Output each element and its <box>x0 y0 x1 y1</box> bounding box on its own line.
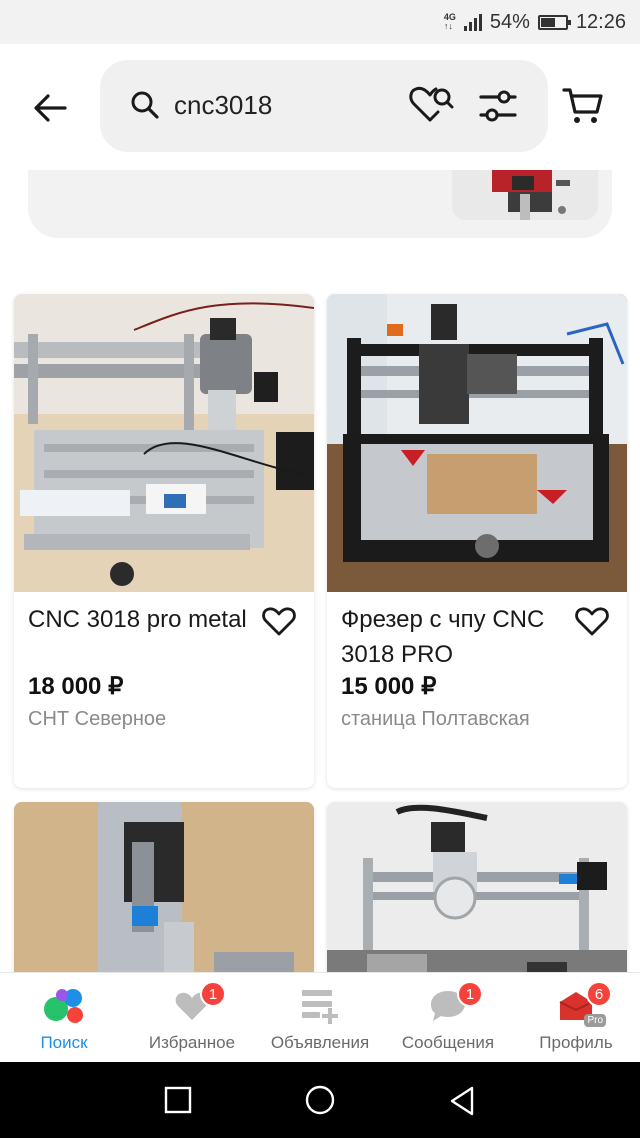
nav-label: Избранное <box>148 1033 236 1052</box>
filter-icon[interactable] <box>478 88 518 124</box>
network-type: 4G ↑↓ <box>443 12 456 31</box>
bottom-navigation: Поиск 1 Избранное Объявления 1 Сообщения… <box>0 972 640 1062</box>
profile-badge: 6 <box>586 981 612 1007</box>
add-listing-icon <box>300 987 340 1025</box>
favorite-search-icon[interactable] <box>408 84 456 124</box>
nav-item-profile[interactable]: 6 Pro Профиль <box>512 973 640 1063</box>
listing-location: СНТ Северное <box>28 708 167 730</box>
nav-item-messages[interactable]: 1 Сообщения <box>384 973 512 1063</box>
listing-photo[interactable] <box>14 294 314 592</box>
listing-card[interactable]: CNC 3018 pro metal 18 000 ₽ СНТ Северное <box>14 294 314 788</box>
battery-percent: 54% <box>489 10 530 33</box>
search-dots-icon <box>42 987 86 1025</box>
status-indicators: 4G ↑↓ 54% 12:26 <box>444 8 626 36</box>
nav-item-search[interactable]: Поиск <box>0 973 128 1063</box>
favorites-badge: 1 <box>200 981 226 1007</box>
search-input[interactable] <box>174 90 394 121</box>
listing-price: 15 000 ₽ <box>341 673 437 700</box>
listing-card[interactable]: Фрезер с чпу CNC 3018 PRO 15 000 ₽ стани… <box>327 294 627 788</box>
cart-icon[interactable] <box>562 86 604 126</box>
chat-icon: 1 <box>429 981 483 1025</box>
search-header <box>0 44 640 170</box>
recent-apps-icon[interactable] <box>164 1086 192 1114</box>
favorite-heart-icon[interactable] <box>575 606 609 636</box>
nav-label: Поиск <box>40 1033 88 1052</box>
profile-icon: 6 Pro <box>556 981 612 1027</box>
favorite-heart-icon[interactable] <box>262 606 296 636</box>
listing-title[interactable]: CNC 3018 pro metal <box>28 602 258 637</box>
system-back-icon[interactable] <box>448 1086 476 1116</box>
nav-label: Сообщения <box>401 1033 495 1052</box>
back-button[interactable] <box>22 84 78 132</box>
listing-price: 18 000 ₽ <box>28 673 124 700</box>
system-navigation-bar <box>0 1062 640 1138</box>
promo-thumbnail <box>452 170 598 220</box>
nav-label: Профиль <box>539 1033 613 1052</box>
home-icon[interactable] <box>304 1084 336 1116</box>
nav-item-listings[interactable]: Объявления <box>256 973 384 1063</box>
listing-location: станица Полтавская <box>341 708 530 730</box>
pro-tag: Pro <box>584 1014 606 1027</box>
clock: 12:26 <box>575 10 626 33</box>
nav-item-favorites[interactable]: 1 Избранное <box>128 973 256 1063</box>
promo-card[interactable] <box>28 170 612 238</box>
status-bar: 4G ↑↓ 54% 12:26 <box>0 0 640 44</box>
back-arrow-icon <box>34 94 67 122</box>
signal-icon <box>463 13 482 31</box>
heart-icon: 1 <box>174 981 226 1025</box>
listing-photo[interactable] <box>327 294 627 592</box>
battery-icon <box>537 14 571 30</box>
listing-title[interactable]: Фрезер с чпу CNC 3018 PRO <box>341 602 571 672</box>
search-icon <box>131 91 159 119</box>
search-bar[interactable] <box>100 60 548 152</box>
nav-label: Объявления <box>270 1033 370 1052</box>
messages-badge: 1 <box>457 981 483 1007</box>
